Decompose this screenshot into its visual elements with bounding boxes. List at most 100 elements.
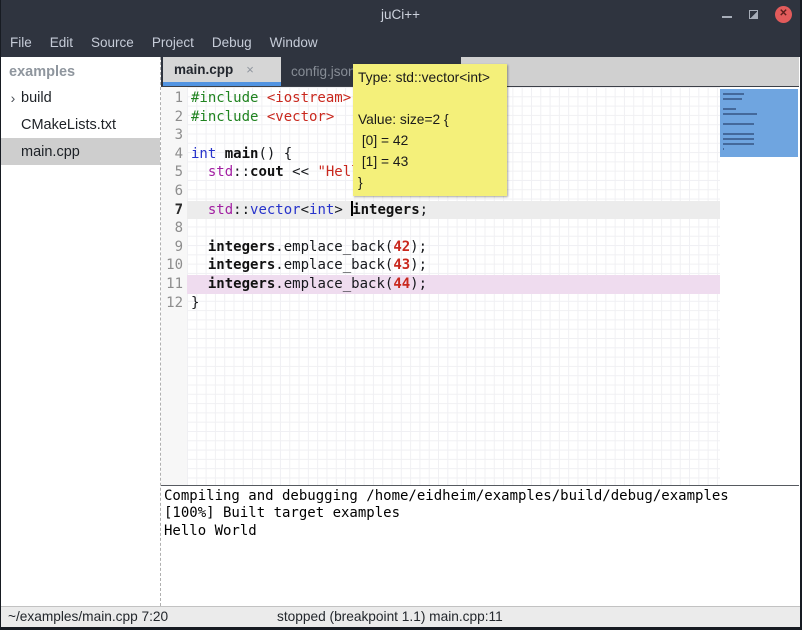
code-token: main — [225, 146, 259, 162]
minimap-code-line — [723, 123, 754, 125]
code-token: integers — [208, 239, 275, 255]
code-line[interactable]: } — [187, 294, 720, 313]
code-token — [191, 164, 208, 180]
line-number[interactable]: 10 — [161, 256, 187, 275]
minimap-code-line — [723, 148, 724, 150]
tooltip-line — [358, 88, 502, 109]
minimap-code-line — [723, 143, 754, 145]
tree-item-label: build — [21, 90, 52, 106]
menu-item-debug[interactable]: Debug — [203, 28, 261, 57]
tooltip-line: } — [358, 172, 502, 193]
code-token: 43 — [393, 257, 410, 273]
code-token: .emplace_back( — [275, 276, 393, 292]
code-token: :: — [233, 164, 250, 180]
code-token: :: — [233, 202, 250, 218]
menu-item-edit[interactable]: Edit — [41, 28, 82, 57]
sidebar: examples ›build CMakeLists.txt main.cpp — [1, 57, 161, 606]
code-token: ; — [420, 202, 428, 218]
code-token: <iostream> — [267, 90, 351, 106]
line-number[interactable]: 8 — [161, 219, 187, 238]
line-number[interactable]: 9 — [161, 238, 187, 257]
code-token: .emplace_back( — [275, 239, 393, 255]
code-token: < — [301, 202, 309, 218]
sidebar-item-build[interactable]: ›build — [1, 84, 160, 111]
code-token: integers — [352, 202, 419, 218]
code-line[interactable]: integers.emplace_back(42); — [187, 238, 720, 257]
code-token: integers — [208, 276, 275, 292]
code-token: integers — [208, 257, 275, 273]
sidebar-item-cmakelists-txt[interactable]: CMakeLists.txt — [1, 111, 160, 138]
code-token: } — [191, 295, 199, 311]
menu-item-project[interactable]: Project — [143, 28, 203, 57]
line-number[interactable]: 6 — [161, 182, 187, 201]
code-line[interactable]: std::vector<int> integers; — [187, 201, 720, 220]
code-line[interactable]: integers.emplace_back(44); — [187, 275, 720, 294]
minimap[interactable] — [720, 87, 799, 485]
code-token — [191, 202, 208, 218]
code-token: <vector> — [267, 109, 334, 125]
minimap-code-line — [723, 133, 754, 135]
line-number[interactable]: 7 — [161, 201, 187, 220]
line-number[interactable]: 12 — [161, 294, 187, 313]
tooltip-line: Type: std::vector<int> — [358, 67, 502, 88]
code-token: int — [191, 146, 216, 162]
code-token: int — [309, 202, 334, 218]
status-file-position: ~/examples/main.cpp 7:20 — [8, 609, 168, 624]
app-window: juCi++ ✕ FileEditSourceProjectDebugWindo… — [0, 0, 802, 630]
code-token: 44 — [393, 276, 410, 292]
code-token: cout — [250, 164, 284, 180]
line-number[interactable]: 2 — [161, 108, 187, 127]
code-token — [191, 276, 208, 292]
minimap-code-line — [723, 98, 742, 100]
code-token: () { — [258, 146, 292, 162]
code-line[interactable]: integers.emplace_back(43); — [187, 256, 720, 275]
minimap-code-line — [723, 93, 744, 95]
console-output-line: Hello World — [164, 523, 799, 540]
code-token: vector — [250, 202, 301, 218]
code-token — [216, 146, 224, 162]
window-controls: ✕ — [722, 0, 792, 28]
tree-item-label: CMakeLists.txt — [21, 117, 116, 133]
status-bar: ~/examples/main.cpp 7:20 stopped (breakp… — [1, 606, 800, 627]
file-tree: ›build CMakeLists.txt main.cpp — [1, 84, 160, 165]
status-debug-state: stopped (breakpoint 1.1) main.cpp:11 — [277, 609, 503, 624]
debug-console[interactable]: Compiling and debugging /home/eidheim/ex… — [161, 485, 799, 606]
tab-main-cpp[interactable]: main.cpp × — [163, 57, 281, 86]
menu-bar: FileEditSourceProjectDebugWindow — [1, 28, 800, 57]
tab-label: main.cpp — [174, 62, 233, 77]
line-number[interactable]: 3 — [161, 126, 187, 145]
minimap-code-line — [723, 138, 754, 140]
code-token: std — [208, 164, 233, 180]
code-token — [191, 257, 208, 273]
tooltip-line: [0] = 42 — [358, 130, 502, 151]
code-token: #include — [191, 90, 267, 106]
minimap-viewport[interactable] — [720, 89, 798, 157]
minimap-code-line — [723, 113, 757, 115]
menu-item-source[interactable]: Source — [82, 28, 143, 57]
menu-item-window[interactable]: Window — [261, 28, 327, 57]
close-icon[interactable]: ✕ — [775, 6, 792, 23]
code-token: ); — [410, 257, 427, 273]
minimize-icon[interactable] — [722, 16, 732, 18]
sidebar-item-main-cpp[interactable]: main.cpp — [1, 138, 160, 165]
chevron-right-icon[interactable]: › — [5, 90, 21, 106]
line-number[interactable]: 1 — [161, 89, 187, 108]
tree-item-label: main.cpp — [21, 144, 80, 160]
line-number[interactable]: 4 — [161, 145, 187, 164]
tab-close-icon[interactable]: × — [246, 62, 254, 77]
line-number[interactable]: 5 — [161, 163, 187, 182]
tab-label: config.json — [291, 64, 356, 79]
project-name: examples — [1, 57, 160, 84]
menu-item-file[interactable]: File — [1, 28, 41, 57]
restore-icon[interactable] — [749, 10, 758, 19]
line-number[interactable]: 11 — [161, 275, 187, 294]
title-bar: juCi++ ✕ — [1, 0, 800, 28]
code-token: #include — [191, 109, 267, 125]
line-number-gutter[interactable]: 123456789101112 — [161, 87, 187, 485]
code-token: ); — [410, 239, 427, 255]
code-token: ); — [410, 276, 427, 292]
code-token: > — [334, 202, 351, 218]
minimap-code-line — [723, 108, 736, 110]
code-line[interactable] — [187, 219, 720, 238]
tooltip-line: Value: size=2 { — [358, 109, 502, 130]
